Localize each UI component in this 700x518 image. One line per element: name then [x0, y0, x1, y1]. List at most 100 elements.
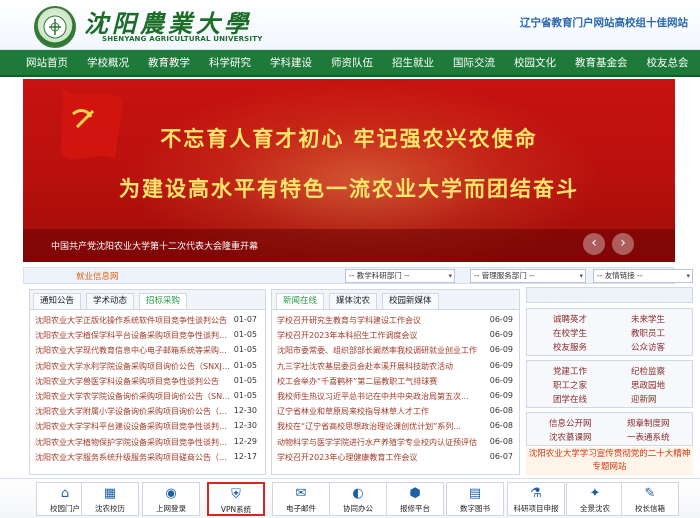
nav-item-8[interactable]: 校园文化	[514, 55, 556, 70]
list-item[interactable]: 沈阳农业大学植保学科平台设备采购项目竞争性谈判公告 01-05	[35, 330, 261, 345]
list-item-title[interactable]: 沈阳农业大学水利学院设备采购项目询价公告（SNXJC...	[35, 361, 231, 372]
list-item[interactable]: 九三学社沈农基层委员会赴本溪开展科技助农活动 06-09	[277, 361, 515, 376]
nav-item-9[interactable]: 教育基金会	[575, 55, 628, 70]
link-party-building[interactable]: 党建工作	[553, 365, 587, 377]
list-item[interactable]: 沈阳农业大学水利学院设备采购项目询价公告（SNXJC... 01-05	[35, 361, 261, 376]
nav-item-1[interactable]: 学校概况	[87, 55, 129, 70]
list-item-title[interactable]: 校工会举办“千喜鹤杯”第二届教职工气排球赛	[277, 376, 489, 387]
list-item[interactable]: 沈阳农业大学兽医学科设备采购项目竞争性谈判公告 01-05	[35, 376, 261, 391]
banner-caption[interactable]: 中国共产党沈阳农业大学第十二次代表大会隆重开幕	[51, 239, 258, 252]
link-visitors[interactable]: 公众访客	[631, 341, 665, 353]
party-congress-special-link[interactable]: 沈阳农业大学学习宣传贯彻党的二十大精神专题网站	[526, 447, 693, 475]
nav-item-3[interactable]: 科学研究	[209, 55, 251, 70]
list-item-title[interactable]: 动物科学与医学学院进行水产养殖学专业校内认证预评估	[277, 437, 489, 448]
link-welcome-new[interactable]: 迎新网	[631, 393, 657, 405]
link-future-students[interactable]: 未来学生	[631, 313, 665, 325]
service-button-login[interactable]: ◉ 上网登录	[142, 482, 200, 516]
teaching-dept-select[interactable]: -- 教学科研部门 -- ▾	[345, 269, 455, 283]
list-item-title[interactable]: 沈阳农业大学农学院设备询价采购项目询价公告（SNX...	[35, 391, 231, 402]
service-button-label: 协同办公	[343, 504, 373, 513]
list-item[interactable]: 沈阳农业大学农学院设备询价采购项目询价公告（SNX... 01-05	[35, 391, 261, 406]
list-item-title[interactable]: 沈阳农业大学附属小学设备询价采购项目询价公告（S...	[35, 406, 231, 417]
tab-media[interactable]: 媒体沈农	[329, 293, 378, 309]
list-item[interactable]: 沈阳农业大学附属小学设备询价采购项目询价公告（S... 12-30	[35, 406, 261, 421]
list-item[interactable]: 动物科学与医学学院进行水产养殖学专业校内认证预评估 06-08	[277, 437, 515, 452]
list-item[interactable]: 辽宁省林业和草原局来校指导林草人才工作 06-08	[277, 406, 515, 421]
list-item-title[interactable]: 沈阳农业大学兽医学科设备采购项目竞争性谈判公告	[35, 376, 231, 387]
list-item-title[interactable]: 沈阳农业大学植保学科平台设备采购项目竞争性谈判公告	[35, 330, 231, 341]
friendly-links-select[interactable]: -- 友情链接 -- ▾	[593, 269, 693, 283]
list-item-title[interactable]: 九三学社沈农基层委员会赴本溪开展科技助农活动	[277, 361, 489, 372]
service-button-calendar[interactable]: ▦ 沈农校历	[81, 482, 139, 516]
employment-info-link[interactable]: 就业信息网	[76, 270, 119, 282]
list-item-title[interactable]: 我校在“辽宁省高校思想政治理论课创优计划”系列...	[277, 421, 489, 432]
list-item[interactable]: 我校在“辽宁省高校思想政治理论课创优计划”系列... 06-08	[277, 421, 515, 436]
link-staff[interactable]: 教职员工	[631, 327, 665, 339]
list-item-title[interactable]: 沈阳农业大学植物保护学院设备采购项目竞争性谈判公告	[35, 437, 231, 448]
service-button-office[interactable]: ◐ 协同办公	[329, 482, 387, 516]
service-button-library[interactable]: ▤ 数字图书	[446, 482, 504, 516]
tab-new-media[interactable]: 校园新媒体	[382, 293, 439, 309]
link-discipline[interactable]: 纪检监察	[631, 365, 665, 377]
service-button-research[interactable]: ⚗ 科研项目申报	[507, 482, 565, 516]
nav-item-10[interactable]: 校友总会	[647, 55, 689, 70]
list-item[interactable]: 沈阳农业大学学科平台建设设备采购项目竞争性谈判公告 12-30	[35, 421, 261, 436]
university-name-logo[interactable]: 沈阳農業大學	[84, 4, 252, 39]
link-ideology[interactable]: 思政园地	[631, 379, 665, 391]
tab-news-online[interactable]: 新闻在线	[276, 293, 325, 309]
link-recruit[interactable]: 诚聘英才	[553, 313, 587, 325]
link-mooc[interactable]: 沈农慕课网	[549, 431, 592, 443]
service-button-vpn[interactable]: ⛨ VPN系统	[207, 482, 265, 516]
list-item[interactable]: 我校师生热议习近平总书记在中共中央政治局第五次... 06-09	[277, 391, 515, 406]
university-english-name: SHENYANG AGRICULTURAL UNIVERSITY	[102, 35, 263, 43]
nav-item-7[interactable]: 国际交流	[453, 55, 495, 70]
list-item[interactable]: 学校召开研究生教育与学科建设工作会议 06-09	[277, 315, 515, 330]
nav-item-0[interactable]: 网站首页	[26, 55, 68, 70]
link-current-students[interactable]: 在校学生	[553, 327, 587, 339]
list-item[interactable]: 校工会举办“千喜鹤杯”第二届教职工气排球赛 06-09	[277, 376, 515, 391]
list-item[interactable]: 学校召开2023年本科招生工作调度会议 06-09	[277, 330, 515, 345]
link-regulations[interactable]: 规章制度网	[627, 417, 670, 429]
nav-item-6[interactable]: 招生就业	[392, 55, 434, 70]
tab-tender[interactable]: 招标采购	[139, 293, 188, 309]
list-item-title[interactable]: 沈阳农业大学服务系统升级服务采购项目磋商公告（S...	[35, 452, 231, 463]
banner-prev-button[interactable]: ‹	[583, 233, 605, 255]
list-item[interactable]: 学校召开2023年心理健康教育工作会议 06-07	[277, 452, 515, 467]
list-item-title[interactable]: 学校召开2023年本科招生工作调度会议	[277, 330, 489, 341]
service-button-label: 数字图书	[460, 504, 490, 513]
list-item[interactable]: 沈阳农业大学现代教育信息中心电子邮箱系统等采购... 01-05	[35, 345, 261, 360]
president-mail-icon: ✎	[644, 486, 656, 501]
link-alumni-service[interactable]: 校友服务	[553, 341, 587, 353]
list-item[interactable]: 沈阳农业大学植物保护学院设备采购项目竞争性谈判公告 12-29	[35, 437, 261, 452]
tab-notices[interactable]: 通知公告	[33, 293, 82, 309]
tab-academic[interactable]: 学术动态	[86, 293, 135, 309]
nav-item-4[interactable]: 学科建设	[270, 55, 312, 70]
list-item-title[interactable]: 辽宁省林业和草原局来校指导林草人才工作	[277, 406, 489, 417]
link-info-disclosure[interactable]: 信息公开网	[549, 417, 592, 429]
banner-slogan-line2: 为建设高水平有特色一流农业大学而团结奋斗	[119, 176, 579, 201]
list-item-title[interactable]: 沈阳农业大学正版化操作系统软件项目竞争性谈判公告	[35, 315, 231, 326]
list-item-title[interactable]: 学校召开研究生教育与学科建设工作会议	[277, 315, 489, 326]
university-emblem-icon[interactable]	[34, 6, 76, 48]
list-item[interactable]: 沈阳市委常委、组织部部长阚然率我校调研就业创业工作 06-09	[277, 345, 515, 360]
list-item-title[interactable]: 沈阳农业大学现代教育信息中心电子邮箱系统等采购...	[35, 345, 231, 356]
list-item-title[interactable]: 学校召开2023年心理健康教育工作会议	[277, 452, 489, 463]
service-button-mail[interactable]: ✉ 电子邮件	[272, 482, 330, 516]
list-item-title[interactable]: 我校师生热议习近平总书记在中共中央政治局第五次...	[277, 391, 489, 402]
link-staff-home[interactable]: 职工之家	[553, 379, 587, 391]
hero-banner[interactable]: 不忘育人育才初心 牢记强农兴农使命 为建设高水平有特色一流农业大学而团结奋斗 中…	[23, 79, 675, 262]
banner-next-button[interactable]: ›	[612, 233, 634, 255]
admin-dept-select[interactable]: -- 管理服务部门 -- ▾	[470, 269, 586, 283]
list-item[interactable]: 沈阳农业大学服务系统升级服务采购项目磋商公告（S... 12-17	[35, 452, 261, 467]
nav-item-5[interactable]: 师资队伍	[331, 55, 373, 70]
list-item[interactable]: 沈阳农业大学正版化操作系统软件项目竞争性谈判公告 01-07	[35, 315, 261, 330]
list-item-title[interactable]: 沈阳农业大学学科平台建设设备采购项目竞争性谈判公告	[35, 421, 231, 432]
link-one-form[interactable]: 一表通系统	[627, 431, 670, 443]
link-youth-league[interactable]: 团学在线	[553, 393, 587, 405]
list-item-title[interactable]: 沈阳市委常委、组织部部长阚然率我校调研就业创业工作	[277, 345, 489, 356]
service-button-president-mail[interactable]: ✎ 校长信箱	[621, 482, 679, 516]
service-button-panorama[interactable]: ✦ 全景沈农	[566, 482, 624, 516]
vpn-icon: ⛨	[231, 487, 241, 502]
nav-item-2[interactable]: 教育教学	[148, 55, 190, 70]
service-button-repair[interactable]: ⬢ 报修平台	[386, 482, 444, 516]
